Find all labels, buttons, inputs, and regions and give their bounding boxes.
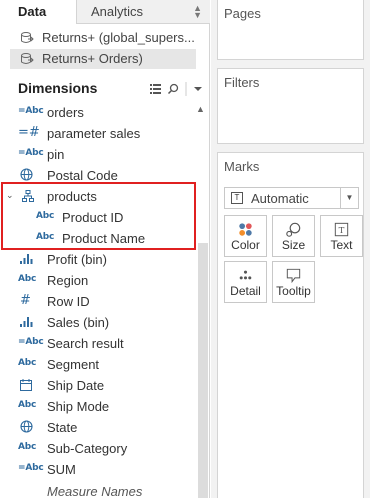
- field-label: Region: [47, 273, 89, 288]
- datasource-label: Returns+ (global_supers...: [42, 30, 195, 45]
- text-button[interactable]: T Text: [320, 215, 363, 257]
- field-label: Profit (bin): [47, 252, 107, 267]
- detail-button[interactable]: Detail: [224, 261, 267, 303]
- sort-arrows-icon[interactable]: ▲ ▼: [193, 4, 202, 20]
- field-label: Ship Mode: [47, 399, 110, 414]
- size-label: Size: [281, 238, 306, 252]
- text-icon: T: [334, 222, 349, 237]
- field-label: SUM: [47, 462, 76, 477]
- size-button[interactable]: Size: [272, 215, 315, 257]
- scroll-up-arrow-icon[interactable]: ▲: [196, 104, 205, 114]
- datasource-icon: [21, 53, 34, 64]
- globe-icon: [20, 168, 33, 181]
- field-row-id[interactable]: # Row ID: [0, 291, 196, 312]
- highlight-box: [1, 182, 196, 250]
- hash-icon: #: [20, 293, 31, 308]
- field-sum[interactable]: Abc SUM: [0, 459, 196, 480]
- tab-analytics[interactable]: Analytics ▲ ▼: [76, 0, 210, 24]
- abc-calc-icon: Abc: [18, 148, 43, 158]
- abc-icon: Abc: [18, 358, 37, 368]
- field-pin[interactable]: Abc pin: [0, 144, 196, 165]
- data-pane: Data Analytics ▲ ▼ Returns+ (global_super…: [0, 0, 210, 498]
- field-region[interactable]: Abc Region: [0, 270, 196, 291]
- abc-calc-icon: Abc: [18, 463, 43, 473]
- field-label: Postal Code: [47, 168, 118, 183]
- detail-label: Detail: [230, 284, 261, 298]
- field-label: Segment: [47, 357, 100, 372]
- field-label: orders: [47, 105, 84, 120]
- field-label: Search result: [47, 336, 124, 351]
- bin-icon: [20, 254, 33, 264]
- abc-calc-icon: Abc: [18, 337, 43, 347]
- pages-shelf[interactable]: Pages: [217, 0, 364, 60]
- field-parameter-sales[interactable]: =# parameter sales: [0, 123, 196, 144]
- field-label: State: [47, 420, 78, 435]
- field-label: Row ID: [47, 294, 90, 309]
- color-button[interactable]: Color: [224, 215, 267, 257]
- field-state[interactable]: State: [0, 417, 196, 438]
- field-label: parameter sales: [47, 126, 141, 141]
- datasource-icon: [21, 32, 34, 43]
- color-icon: [239, 223, 252, 236]
- size-icon: [286, 222, 301, 237]
- mark-type-icon: T: [231, 192, 243, 204]
- bin-icon: [20, 317, 33, 327]
- field-orders[interactable]: Abc orders: [0, 102, 196, 123]
- datasource-item[interactable]: Returns+ (global_supers...: [10, 28, 196, 48]
- field-segment[interactable]: Abc Segment: [0, 354, 196, 375]
- search-icon[interactable]: [167, 83, 179, 95]
- abc-icon: Abc: [18, 400, 37, 410]
- hash-calc-icon: =#: [18, 125, 40, 140]
- chevron-down-icon[interactable]: [194, 87, 202, 91]
- field-label: Sales (bin): [47, 315, 110, 330]
- mark-type-label: Automatic: [251, 191, 309, 206]
- field-sub-category[interactable]: Abc Sub-Category: [0, 438, 196, 459]
- dimensions-header: Dimensions: [18, 80, 98, 96]
- field-sales-bin[interactable]: Sales (bin): [0, 312, 196, 333]
- field-search-result[interactable]: Abc Search result: [0, 333, 196, 354]
- tooltip-label: Tooltip: [276, 284, 311, 298]
- tab-data[interactable]: Data: [0, 0, 76, 24]
- globe-icon: [20, 420, 33, 433]
- marks-title: Marks: [224, 159, 260, 174]
- filters-shelf[interactable]: Filters: [217, 68, 364, 144]
- abc-icon: Abc: [18, 274, 37, 284]
- field-label: pin: [47, 147, 65, 162]
- datasource-label: Returns+ Orders): [42, 51, 143, 66]
- dimensions-toolbar: [150, 82, 202, 96]
- field-profit-bin[interactable]: Profit (bin): [0, 249, 196, 270]
- pages-title: Pages: [224, 6, 261, 21]
- tooltip-button[interactable]: Tooltip: [272, 261, 315, 303]
- field-measure-names-partial[interactable]: Measure Names: [47, 484, 142, 498]
- abc-calc-icon: Abc: [18, 106, 43, 116]
- chevron-down-icon[interactable]: ▼: [340, 188, 358, 208]
- detail-icon: [239, 270, 252, 280]
- shelves-pane: Pages Filters Marks T Automatic ▼ Color …: [211, 0, 370, 498]
- field-label: Sub-Category: [47, 441, 128, 456]
- field-label: Ship Date: [47, 378, 105, 393]
- calendar-icon: [20, 379, 32, 391]
- marks-card: Marks T Automatic ▼ Color Size T Text De…: [217, 152, 364, 498]
- field-ship-mode[interactable]: Abc Ship Mode: [0, 396, 196, 417]
- mark-type-dropdown[interactable]: T Automatic ▼: [224, 187, 359, 209]
- list-view-icon[interactable]: [150, 84, 161, 94]
- data-pane-tabs: Data Analytics ▲ ▼: [0, 0, 210, 24]
- abc-icon: Abc: [18, 442, 37, 452]
- datasource-item-selected[interactable]: Returns+ Orders): [10, 49, 196, 69]
- tooltip-icon: [286, 268, 301, 284]
- field-ship-date[interactable]: Ship Date: [0, 375, 196, 396]
- scrollbar-thumb[interactable]: [198, 243, 208, 498]
- color-label: Color: [231, 238, 260, 252]
- text-label: Text: [330, 238, 353, 252]
- svg-text:T: T: [339, 226, 345, 236]
- tab-analytics-label: Analytics: [91, 4, 144, 19]
- filters-title: Filters: [224, 75, 260, 90]
